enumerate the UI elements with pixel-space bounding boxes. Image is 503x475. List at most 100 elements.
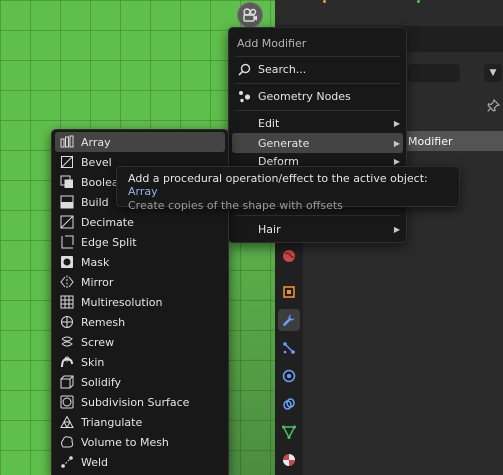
menu-item-label: Skin — [81, 355, 105, 369]
menu-item-label: Hair — [258, 222, 281, 236]
menu-separator — [235, 215, 400, 216]
menu-item-search[interactable]: Search... — [232, 59, 403, 79]
wrench-icon — [283, 314, 295, 326]
menu-title: Add Modifier — [237, 37, 307, 50]
tooltip-detail: Create copies of the shape with offsets — [128, 199, 343, 212]
pin-icon — [486, 98, 500, 112]
build-icon — [59, 194, 75, 210]
menu-item-label: Subdivision Surface — [81, 395, 190, 409]
triangulate-icon — [59, 414, 75, 430]
submenu-arrow-icon: ▶ — [393, 224, 400, 234]
tooltip-description: Add a procedural operation/effect to the… — [128, 172, 459, 198]
tooltip-description-text: Add a procedural operation/effect to the… — [128, 172, 428, 185]
mirror-icon — [59, 274, 75, 290]
menu-separator — [235, 56, 400, 57]
generate-item-weld[interactable]: Weld — [55, 452, 225, 472]
tab-particles[interactable] — [278, 337, 300, 359]
weld-icon — [59, 454, 75, 470]
submenu-arrow-icon: ▶ — [393, 138, 400, 148]
menu-item-label: Bevel — [81, 155, 112, 169]
tab-physics[interactable] — [278, 365, 300, 387]
generate-item-mask[interactable]: Mask — [55, 252, 225, 272]
tooltip-highlight: Array — [128, 185, 158, 198]
menu-item-label: Mask — [81, 255, 110, 269]
menu-item-label: Build — [81, 195, 109, 209]
outliner-dot — [323, 0, 326, 3]
constraints-icon — [283, 398, 295, 410]
generate-item-edge-split[interactable]: Edge Split — [55, 232, 225, 252]
submenu-arrow-icon: ▶ — [393, 118, 400, 128]
geometry-nodes-icon — [236, 88, 252, 104]
menu-item-label: Edit — [258, 116, 280, 130]
menu-separator — [235, 110, 400, 111]
generate-item-skin[interactable]: Skin — [55, 352, 225, 372]
particles-icon — [283, 342, 295, 354]
menu-item-label: Triangulate — [81, 415, 143, 429]
solidify-icon — [59, 374, 75, 390]
tab-constraints[interactable] — [278, 393, 300, 415]
tab-object[interactable] — [278, 281, 300, 303]
remesh-icon — [59, 314, 75, 330]
menu-item-label: Search... — [258, 62, 307, 76]
boolean-icon — [59, 174, 75, 190]
tab-modifiers[interactable] — [278, 309, 300, 331]
menu-item-label: Decimate — [81, 215, 134, 229]
menu-item-label: Multiresolution — [81, 295, 163, 309]
skin-icon — [59, 354, 75, 370]
generate-item-decimate[interactable]: Decimate — [55, 212, 225, 232]
generate-item-solidify[interactable]: Solidify — [55, 372, 225, 392]
submenu-arrow-icon: ▶ — [393, 157, 400, 166]
tab-material[interactable] — [278, 449, 300, 471]
pin-button[interactable] — [484, 96, 502, 114]
menu-item-label: Array — [81, 135, 111, 149]
menu-item-edit[interactable]: Edit ▶ — [232, 113, 403, 133]
menu-item-deform[interactable]: Deform ▶ — [232, 153, 403, 167]
add-modifier-button-label: Modifier — [408, 134, 453, 148]
generate-item-array[interactable]: Array — [55, 132, 225, 152]
properties-options-dropdown[interactable]: ▼ — [484, 64, 502, 82]
menu-item-generate[interactable]: Generate ▶ — [232, 133, 403, 153]
generate-item-multiresolution[interactable]: Multiresolution — [55, 292, 225, 312]
screw-icon — [59, 334, 75, 350]
camera-view-button[interactable] — [237, 2, 263, 28]
generate-item-volume-to-mesh[interactable]: Volume to Mesh — [55, 432, 225, 452]
generate-item-triangulate[interactable]: Triangulate — [55, 412, 225, 432]
tab-world[interactable] — [278, 245, 300, 267]
menu-item-hair[interactable]: Hair ▶ — [232, 219, 403, 239]
menu-item-label: Volume to Mesh — [81, 435, 169, 449]
object-icon — [283, 286, 295, 298]
array-icon — [59, 134, 75, 150]
tooltip: Add a procedural operation/effect to the… — [116, 166, 460, 212]
properties-search-field[interactable] — [408, 64, 460, 82]
menu-item-label: Generate — [258, 136, 310, 150]
chevron-down-icon: ▼ — [489, 68, 497, 78]
camera-icon — [243, 8, 257, 22]
menu-item-geometry-nodes[interactable]: Geometry Nodes — [232, 86, 403, 106]
menu-item-label: Weld — [81, 455, 109, 469]
generate-item-screw[interactable]: Screw — [55, 332, 225, 352]
volume-to-mesh-icon — [59, 434, 75, 450]
menu-item-label: Edge Split — [81, 235, 137, 249]
subdivision-surface-icon — [59, 394, 75, 410]
edge-split-icon — [59, 234, 75, 250]
tab-object-data[interactable] — [278, 421, 300, 443]
outliner-dot — [417, 0, 420, 3]
material-icon — [283, 454, 295, 466]
menu-item-label: Geometry Nodes — [258, 89, 351, 103]
generate-item-remesh[interactable]: Remesh — [55, 312, 225, 332]
generate-item-mirror[interactable]: Mirror — [55, 272, 225, 292]
multiresolution-icon — [59, 294, 75, 310]
world-icon — [283, 250, 295, 262]
menu-separator — [235, 83, 400, 84]
menu-item-label: Remesh — [81, 315, 126, 329]
menu-item-label: Boolea — [81, 175, 119, 189]
generate-item-subdivision-surface[interactable]: Subdivision Surface — [55, 392, 225, 412]
mesh-data-icon — [282, 425, 296, 439]
decimate-icon — [59, 214, 75, 230]
mask-icon — [59, 254, 75, 270]
bevel-icon — [59, 154, 75, 170]
add-modifier-button[interactable]: Modifier — [403, 131, 503, 151]
menu-item-label: Mirror — [81, 275, 114, 289]
menu-item-label: Solidify — [81, 375, 122, 389]
outliner-strip — [275, 0, 503, 26]
